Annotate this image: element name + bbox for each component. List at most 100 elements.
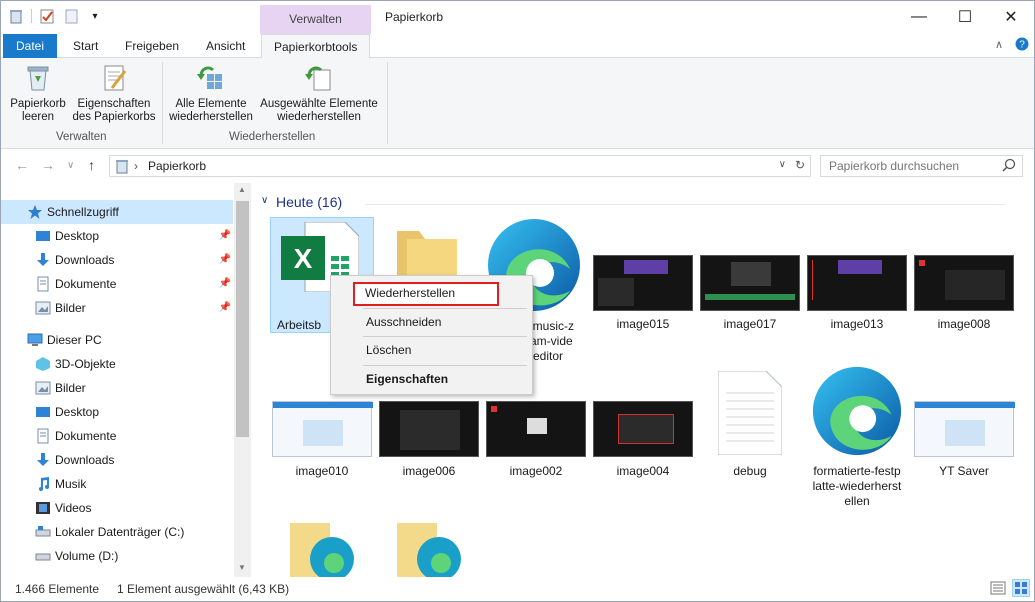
restore-all-icon bbox=[195, 62, 227, 94]
sidebar-item-downloads[interactable]: Downloads 📌 bbox=[1, 248, 233, 272]
empty-recycle-bin-button[interactable]: Papierkorb leeren bbox=[5, 62, 71, 124]
details-view-icon[interactable] bbox=[990, 580, 1006, 599]
pin-icon[interactable]: 📌 bbox=[219, 248, 231, 272]
sidebar-item-desktop-pc[interactable]: Desktop bbox=[1, 400, 233, 424]
forward-arrow-icon[interactable]: → bbox=[41, 157, 55, 173]
tab-datei[interactable]: Datei bbox=[3, 34, 57, 58]
maximize-button[interactable]: ☐ bbox=[942, 1, 988, 33]
group-collapse-icon[interactable]: ∨ bbox=[261, 195, 268, 206]
menu-item-eigenschaften[interactable]: Eigenschaften bbox=[331, 368, 532, 390]
tab-papierkorbtools[interactable]: Papierkorbtools bbox=[261, 34, 371, 59]
sidebar-item-label: Desktop bbox=[55, 229, 100, 243]
address-dropdown-icon[interactable]: ∨ bbox=[779, 159, 786, 170]
breadcrumb[interactable]: Papierkorb bbox=[148, 159, 206, 173]
refresh-icon[interactable]: ↻ bbox=[795, 158, 805, 172]
group-label-verwalten: Verwalten bbox=[56, 131, 107, 143]
file-caption: debug bbox=[733, 464, 767, 478]
screenshot-thumb bbox=[807, 255, 907, 311]
sidebar-item-label: Dokumente bbox=[55, 277, 117, 291]
scroll-up-icon[interactable]: ▲ bbox=[238, 185, 246, 194]
file-tile-image008[interactable]: image008 bbox=[912, 217, 1016, 337]
sidebar-item-label: Lokaler Datenträger (C:) bbox=[55, 525, 185, 539]
file-tile-edge-2[interactable]: formatierte-festp latte-wiederherst elle… bbox=[805, 366, 909, 509]
sidebar-item-schnellzugriff[interactable]: Schnellzugriff bbox=[1, 200, 233, 224]
sidebar-item-label: Volume (D:) bbox=[55, 549, 119, 563]
videos-icon bbox=[35, 500, 51, 516]
menu-separator bbox=[363, 336, 527, 337]
sidebar-item-drive-d[interactable]: Volume (D:) bbox=[1, 544, 233, 568]
nav-scrollbar[interactable]: ▲ ▼ bbox=[234, 183, 251, 577]
sidebar-item-bilder[interactable]: Bilder 📌 bbox=[1, 296, 233, 320]
pin-icon[interactable]: 📌 bbox=[219, 224, 231, 248]
search-box[interactable] bbox=[820, 155, 1023, 177]
sidebar-item-desktop[interactable]: Desktop 📌 bbox=[1, 224, 233, 248]
sidebar-item-drive-c[interactable]: Lokaler Datenträger (C:) bbox=[1, 520, 233, 544]
sidebar-item-dokumente-pc[interactable]: Dokumente bbox=[1, 424, 233, 448]
context-tab-header: Verwalten bbox=[260, 5, 371, 35]
pictures-icon bbox=[35, 300, 51, 316]
file-caption: image006 bbox=[402, 464, 456, 478]
file-tile-row3-2[interactable] bbox=[377, 519, 481, 577]
file-tile-image013[interactable]: image013 bbox=[805, 217, 909, 337]
menu-item-ausschneiden[interactable]: Ausschneiden bbox=[331, 311, 532, 333]
file-tile-row3-1[interactable] bbox=[270, 519, 374, 577]
up-arrow-icon[interactable]: ↑ bbox=[88, 157, 95, 173]
tab-freigeben[interactable]: Freigeben bbox=[113, 34, 191, 58]
sidebar-item-3d-objekte[interactable]: 3D-Objekte bbox=[1, 352, 233, 376]
downloads-icon bbox=[35, 252, 51, 268]
sidebar-item-bilder-pc[interactable]: Bilder bbox=[1, 376, 233, 400]
navigation-pane: Schnellzugriff Desktop 📌 Downloads 📌 Dok… bbox=[1, 183, 251, 577]
back-arrow-icon[interactable]: ← bbox=[15, 157, 29, 173]
file-tile-image017[interactable]: image017 bbox=[698, 217, 802, 337]
large-icons-view-icon[interactable] bbox=[1012, 579, 1030, 597]
restore-all-label-2: wiederherstellen bbox=[169, 111, 253, 123]
sidebar-item-musik[interactable]: Musik bbox=[1, 472, 233, 496]
file-tile-yt-saver[interactable]: YT Saver bbox=[912, 369, 1016, 479]
recycle-bin-small-icon bbox=[7, 7, 25, 25]
sidebar-item-label: Videos bbox=[55, 501, 92, 515]
address-bar[interactable]: › Papierkorb ∨ ↻ bbox=[109, 155, 811, 177]
file-caption: formatierte-festp latte-wiederherst elle… bbox=[812, 464, 902, 508]
ribbon-collapse-icon[interactable]: ∧ bbox=[995, 38, 1003, 51]
minimize-button[interactable]: — bbox=[896, 1, 942, 33]
ribbon-group-divider bbox=[162, 62, 163, 144]
help-icon[interactable]: ? bbox=[1015, 37, 1029, 54]
nav-scroll-thumb[interactable] bbox=[236, 201, 249, 437]
sidebar-item-dieser-pc[interactable]: Dieser PC bbox=[1, 328, 233, 352]
tab-ansicht[interactable]: Ansicht bbox=[194, 34, 257, 58]
restore-all-button[interactable]: Alle Elemente wiederherstellen bbox=[167, 62, 255, 124]
file-tile-image015[interactable]: image015 bbox=[591, 217, 695, 337]
recent-dropdown-icon[interactable]: ∨ bbox=[67, 160, 74, 171]
qat-dropdown-icon[interactable]: ▾ bbox=[86, 7, 104, 25]
file-tile-debug[interactable]: debug bbox=[698, 369, 802, 479]
properties-small-icon[interactable] bbox=[38, 7, 56, 25]
menu-item-loeschen[interactable]: Löschen bbox=[331, 339, 532, 361]
documents-icon bbox=[35, 276, 51, 292]
3d-objects-icon bbox=[35, 356, 51, 372]
sidebar-item-downloads-pc[interactable]: Downloads bbox=[1, 448, 233, 472]
status-bar: 1.466 Elemente 1 Element ausgewählt (6,4… bbox=[1, 577, 1034, 601]
explorer-window: ▾ Verwalten Papierkorb — ☐ ✕ Datei Start… bbox=[0, 0, 1035, 602]
sidebar-item-label: 3D-Objekte bbox=[55, 357, 116, 371]
bin-properties-button[interactable]: Eigenschaften des Papierkorbs bbox=[71, 62, 157, 124]
file-tile-image004[interactable]: image004 bbox=[591, 369, 695, 479]
search-icon[interactable] bbox=[1002, 158, 1016, 175]
tab-start[interactable]: Start bbox=[61, 34, 110, 58]
new-folder-small-icon[interactable] bbox=[62, 7, 80, 25]
search-input[interactable] bbox=[827, 157, 997, 175]
sidebar-item-videos[interactable]: Videos bbox=[1, 496, 233, 520]
restore-selected-button[interactable]: Ausgewählte Elemente wiederherstellen bbox=[257, 62, 381, 124]
sidebar-item-dokumente[interactable]: Dokumente 📌 bbox=[1, 272, 233, 296]
svg-text:?: ? bbox=[1019, 40, 1025, 51]
edge-icon bbox=[811, 365, 903, 457]
breadcrumb-chevron-icon[interactable]: › bbox=[134, 159, 138, 173]
text-file-icon bbox=[717, 370, 783, 456]
drive-d-icon bbox=[35, 548, 51, 564]
menu-item-wiederherstellen[interactable]: Wiederherstellen bbox=[331, 282, 532, 304]
pin-icon[interactable]: 📌 bbox=[219, 272, 231, 296]
pin-icon[interactable]: 📌 bbox=[219, 296, 231, 320]
close-button[interactable]: ✕ bbox=[988, 1, 1034, 33]
desktop-icon bbox=[35, 228, 51, 244]
scroll-down-icon[interactable]: ▼ bbox=[238, 563, 246, 572]
group-header[interactable]: Heute (16) bbox=[276, 194, 342, 210]
